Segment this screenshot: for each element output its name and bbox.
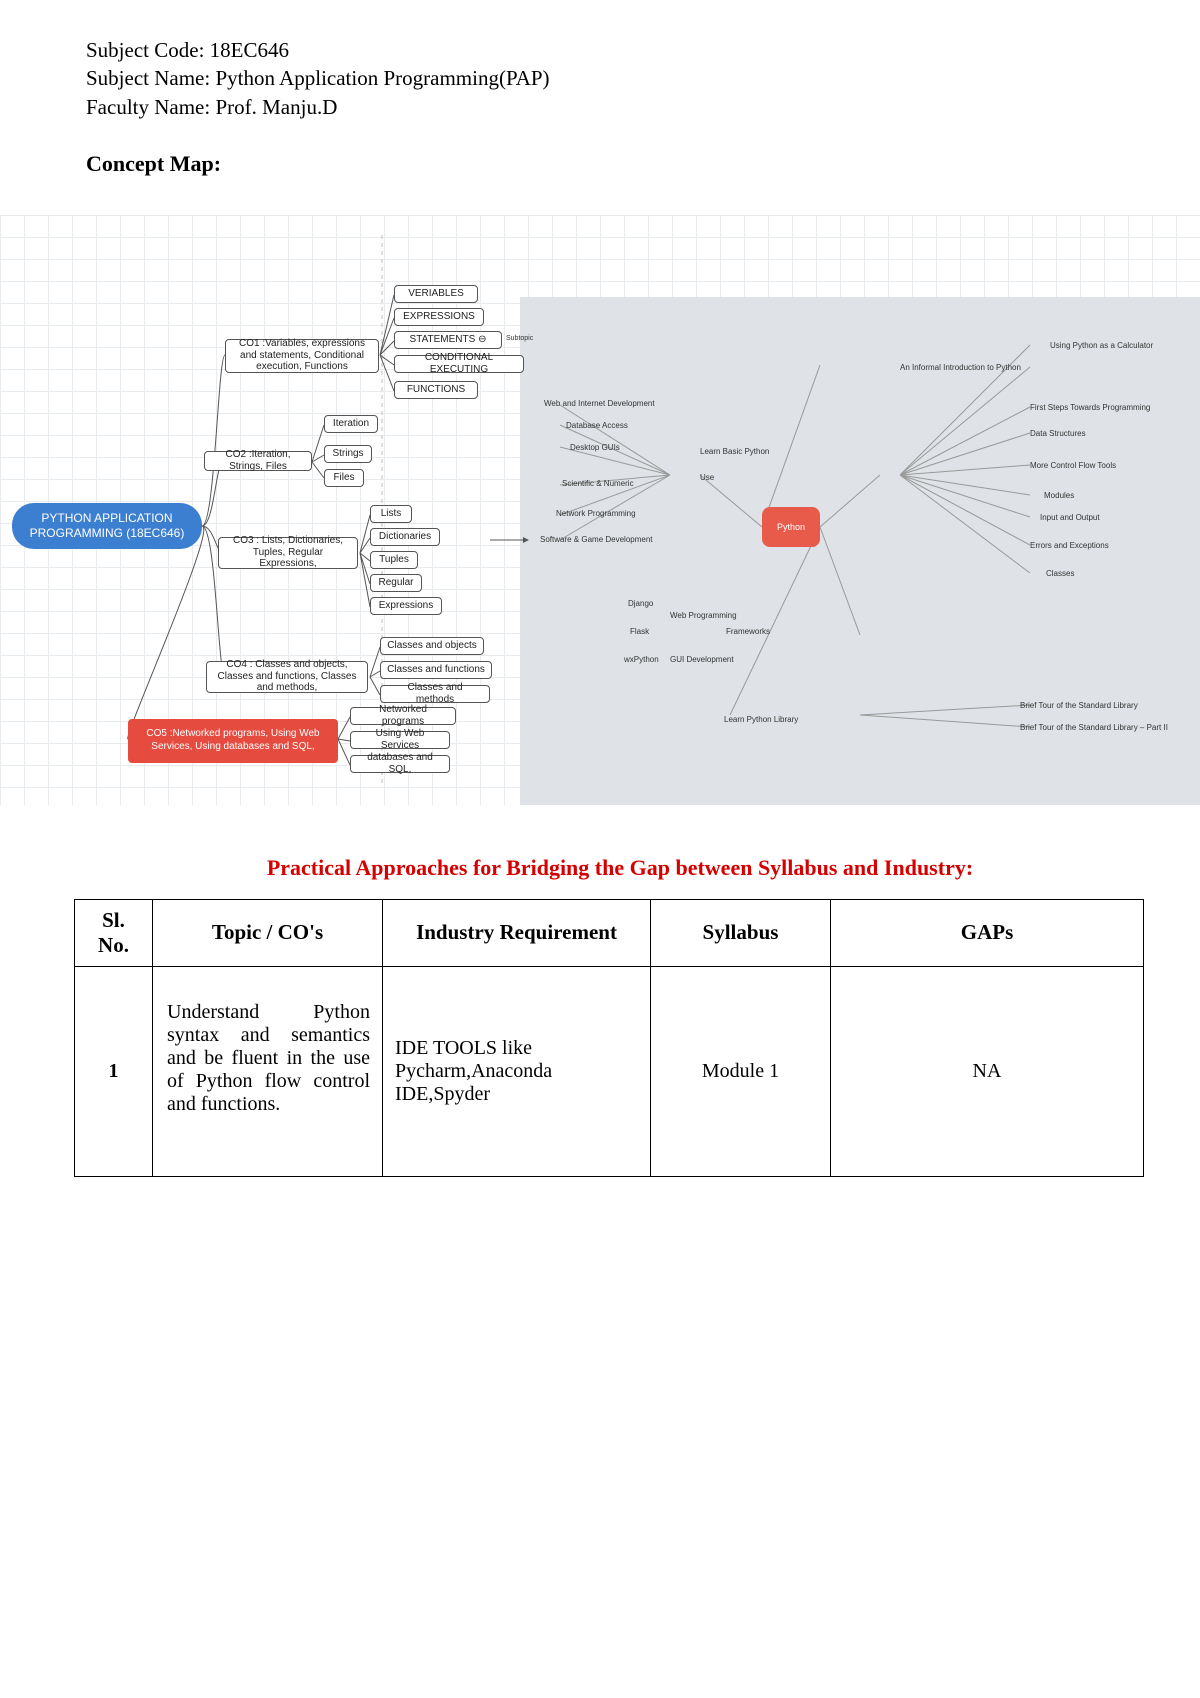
fw-gui: GUI Development bbox=[670, 655, 734, 664]
right-item: First Steps Towards Programming bbox=[1030, 403, 1150, 412]
lib-label: Learn Python Library bbox=[724, 715, 798, 724]
co5-item: Networked programs bbox=[350, 707, 456, 725]
section-heading: Practical Approaches for Bridging the Ga… bbox=[74, 855, 1166, 881]
python-hub: Python bbox=[762, 507, 820, 547]
cell-topic: Understand Python syntax and semantics a… bbox=[153, 966, 383, 1176]
th-topic: Topic / CO's bbox=[153, 899, 383, 966]
co1-node: CO1 :Variables, expressions and statemen… bbox=[225, 339, 379, 373]
basic-item: Web and Internet Development bbox=[544, 399, 655, 408]
table-header-row: Sl. No. Topic / CO's Industry Requiremen… bbox=[75, 899, 1144, 966]
lib-item: Brief Tour of the Standard Library – Par… bbox=[1020, 723, 1168, 732]
co3-item: Regular bbox=[370, 574, 422, 592]
subject-name: Python Application Programming(PAP) bbox=[215, 66, 549, 90]
statements-subtopic: Subtopic bbox=[506, 335, 533, 342]
page-header: Subject Code: 18EC646 Subject Name: Pyth… bbox=[0, 0, 1200, 179]
fw-wx: wxPython bbox=[624, 655, 659, 664]
basic-item: Database Access bbox=[566, 421, 628, 430]
concept-map-diagram: PYTHON APPLICATION PROGRAMMING (18EC646)… bbox=[0, 215, 1200, 805]
right-item: Errors and Exceptions bbox=[1030, 541, 1109, 550]
cell-syllabus: Module 1 bbox=[651, 966, 831, 1176]
cell-gaps: NA bbox=[831, 966, 1144, 1176]
co2-item: Iteration bbox=[324, 415, 378, 433]
th-sl: Sl. No. bbox=[75, 899, 153, 966]
subject-name-label: Subject Name: bbox=[86, 66, 215, 90]
right-item: Modules bbox=[1044, 491, 1074, 500]
co3-item: Tuples bbox=[370, 551, 418, 569]
co3-item: Dictionaries bbox=[370, 528, 440, 546]
faculty-label: Faculty Name: bbox=[86, 95, 215, 119]
fw-django: Django bbox=[628, 599, 653, 608]
co5-node: CO5 :Networked programs, Using Web Servi… bbox=[128, 719, 338, 763]
fw-fw: Frameworks bbox=[726, 627, 770, 636]
lib-item: Brief Tour of the Standard Library bbox=[1020, 701, 1138, 710]
co2-item: Files bbox=[324, 469, 364, 487]
co3-item: Lists bbox=[370, 505, 412, 523]
faculty-name: Prof. Manju.D bbox=[215, 95, 337, 119]
co4-item: Classes and methods bbox=[380, 685, 490, 703]
co1-item: CONDITIONAL EXECUTING bbox=[394, 355, 524, 373]
co4-node: CO4 : Classes and objects, Classes and f… bbox=[206, 661, 368, 693]
co1-item: FUNCTIONS bbox=[394, 381, 478, 399]
co3-item: Expressions bbox=[370, 597, 442, 615]
subject-name-line: Subject Name: Python Application Program… bbox=[86, 64, 1114, 92]
subject-code-label: Subject Code: bbox=[86, 38, 210, 62]
cell-sl: 1 bbox=[75, 966, 153, 1176]
basic-item: Software & Game Development bbox=[540, 535, 653, 544]
right-item: More Control Flow Tools bbox=[1030, 461, 1116, 470]
co1-item: EXPRESSIONS bbox=[394, 308, 484, 326]
basic-item: Scientific & Numeric bbox=[562, 479, 634, 488]
co2-item: Strings bbox=[324, 445, 372, 463]
fw-web: Web Programming bbox=[670, 611, 737, 620]
gap-table: Sl. No. Topic / CO's Industry Requiremen… bbox=[74, 899, 1144, 1177]
co3-node: CO3 : Lists, Dictionaries, Tuples, Regul… bbox=[218, 537, 358, 569]
co5-item: databases and SQL, bbox=[350, 755, 450, 773]
co4-item: Classes and objects bbox=[380, 637, 484, 655]
subject-code: 18EC646 bbox=[210, 38, 289, 62]
co1-item: VERIABLES bbox=[394, 285, 478, 303]
fw-flask: Flask bbox=[630, 627, 649, 636]
th-gaps: GAPs bbox=[831, 899, 1144, 966]
right-item: Data Structures bbox=[1030, 429, 1086, 438]
root-node: PYTHON APPLICATION PROGRAMMING (18EC646) bbox=[12, 503, 202, 549]
basic-item: Desktop GUIs bbox=[570, 443, 620, 452]
use-label: Use bbox=[700, 473, 714, 482]
right-item: Using Python as a Calculator bbox=[1050, 341, 1153, 350]
right-item: An Informal Introduction to Python bbox=[900, 363, 1021, 372]
table-row: 1 Understand Python syntax and semantics… bbox=[75, 966, 1144, 1176]
basic-item: Network Programming bbox=[556, 509, 636, 518]
right-item: Input and Output bbox=[1040, 513, 1100, 522]
th-industry: Industry Requirement bbox=[383, 899, 651, 966]
co1-item: STATEMENTS ⊖ bbox=[394, 331, 502, 349]
right-item: Classes bbox=[1046, 569, 1074, 578]
co2-node: CO2 :Iteration, Strings, Files bbox=[204, 451, 312, 471]
co5-item: Using Web Services bbox=[350, 731, 450, 749]
concept-map-heading: Concept Map: bbox=[86, 149, 1114, 179]
cell-industry: IDE TOOLS like Pycharm,Anaconda IDE,Spyd… bbox=[383, 966, 651, 1176]
th-syllabus: Syllabus bbox=[651, 899, 831, 966]
co4-item: Classes and functions bbox=[380, 661, 492, 679]
left-group-title: Learn Basic Python bbox=[700, 447, 769, 456]
faculty-line: Faculty Name: Prof. Manju.D bbox=[86, 93, 1114, 121]
subject-code-line: Subject Code: 18EC646 bbox=[86, 36, 1114, 64]
gap-section: Practical Approaches for Bridging the Ga… bbox=[0, 855, 1200, 1177]
